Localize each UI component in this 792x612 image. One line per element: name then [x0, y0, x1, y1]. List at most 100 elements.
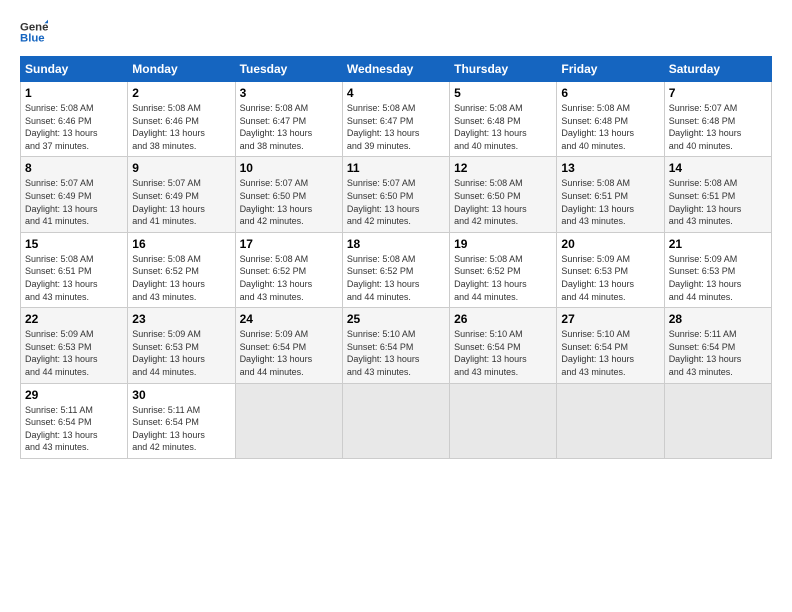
day-number: 24 — [240, 312, 338, 326]
day-info: Sunrise: 5:11 AM Sunset: 6:54 PM Dayligh… — [25, 404, 123, 454]
day-number: 28 — [669, 312, 767, 326]
calendar-cell: 9 Sunrise: 5:07 AM Sunset: 6:49 PM Daylig… — [128, 157, 235, 232]
calendar-cell: 4Sunrise: 5:08 AM Sunset: 6:47 PM Daylig… — [342, 82, 449, 157]
day-number: 5 — [454, 86, 552, 100]
day-number: 13 — [561, 161, 659, 175]
day-number: 22 — [25, 312, 123, 326]
calendar-cell: 28 Sunrise: 5:11 AM Sunset: 6:54 PM Dayli… — [664, 308, 771, 383]
calendar-cell: 6 Sunrise: 5:08 AM Sunset: 6:48 PM Daylig… — [557, 82, 664, 157]
day-info: Sunrise: 5:09 AM Sunset: 6:53 PM Dayligh… — [132, 328, 230, 378]
day-number: 16 — [132, 237, 230, 251]
day-info: Sunrise: 5:10 AM Sunset: 6:54 PM Dayligh… — [347, 328, 445, 378]
day-info: Sunrise: 5:11 AM Sunset: 6:54 PM Dayligh… — [132, 404, 230, 454]
calendar-table: SundayMondayTuesdayWednesdayThursdayFrid… — [20, 56, 772, 459]
calendar-cell: 16 Sunrise: 5:08 AM Sunset: 6:52 PM Dayli… — [128, 232, 235, 307]
day-info: Sunrise: 5:11 AM Sunset: 6:54 PM Dayligh… — [669, 328, 767, 378]
logo: General Blue — [20, 18, 48, 46]
day-info: Sunrise: 5:08 AM Sunset: 6:47 PM Dayligh… — [240, 102, 338, 152]
day-info: Sunrise: 5:08 AM Sunset: 6:50 PM Dayligh… — [454, 177, 552, 227]
weekday-header-friday: Friday — [557, 57, 664, 82]
weekday-header-tuesday: Tuesday — [235, 57, 342, 82]
calendar-cell: 21Sunrise: 5:09 AM Sunset: 6:53 PM Dayli… — [664, 232, 771, 307]
day-number: 15 — [25, 237, 123, 251]
calendar-cell: 19 Sunrise: 5:08 AM Sunset: 6:52 PM Dayli… — [450, 232, 557, 307]
day-info: Sunrise: 5:07 AM Sunset: 6:48 PM Dayligh… — [669, 102, 767, 152]
calendar-cell — [450, 383, 557, 458]
day-number: 10 — [240, 161, 338, 175]
page-header: General Blue — [20, 18, 772, 46]
day-number: 20 — [561, 237, 659, 251]
calendar-cell: 12 Sunrise: 5:08 AM Sunset: 6:50 PM Dayli… — [450, 157, 557, 232]
day-info: Sunrise: 5:08 AM Sunset: 6:52 PM Dayligh… — [240, 253, 338, 303]
day-info: Sunrise: 5:09 AM Sunset: 6:54 PM Dayligh… — [240, 328, 338, 378]
week-row-4: 22 Sunrise: 5:09 AM Sunset: 6:53 PM Dayli… — [21, 308, 772, 383]
day-number: 19 — [454, 237, 552, 251]
calendar-body: 1 Sunrise: 5:08 AM Sunset: 6:46 PM Daylig… — [21, 82, 772, 459]
day-number: 1 — [25, 86, 123, 100]
calendar-cell — [664, 383, 771, 458]
day-info: Sunrise: 5:08 AM Sunset: 6:52 PM Dayligh… — [454, 253, 552, 303]
calendar-cell: 2 Sunrise: 5:08 AM Sunset: 6:46 PM Daylig… — [128, 82, 235, 157]
day-number: 27 — [561, 312, 659, 326]
day-info: Sunrise: 5:08 AM Sunset: 6:48 PM Dayligh… — [454, 102, 552, 152]
day-number: 9 — [132, 161, 230, 175]
calendar-cell: 13 Sunrise: 5:08 AM Sunset: 6:51 PM Dayli… — [557, 157, 664, 232]
calendar-cell: 20 Sunrise: 5:09 AM Sunset: 6:53 PM Dayli… — [557, 232, 664, 307]
day-info: Sunrise: 5:08 AM Sunset: 6:48 PM Dayligh… — [561, 102, 659, 152]
calendar-cell: 18 Sunrise: 5:08 AM Sunset: 6:52 PM Dayli… — [342, 232, 449, 307]
day-info: Sunrise: 5:08 AM Sunset: 6:52 PM Dayligh… — [347, 253, 445, 303]
day-number: 11 — [347, 161, 445, 175]
day-number: 8 — [25, 161, 123, 175]
day-info: Sunrise: 5:09 AM Sunset: 6:53 PM Dayligh… — [561, 253, 659, 303]
day-info: Sunrise: 5:08 AM Sunset: 6:51 PM Dayligh… — [669, 177, 767, 227]
weekday-header-row: SundayMondayTuesdayWednesdayThursdayFrid… — [21, 57, 772, 82]
calendar-cell: 25 Sunrise: 5:10 AM Sunset: 6:54 PM Dayli… — [342, 308, 449, 383]
calendar-cell: 1 Sunrise: 5:08 AM Sunset: 6:46 PM Daylig… — [21, 82, 128, 157]
day-info: Sunrise: 5:08 AM Sunset: 6:47 PM Dayligh… — [347, 102, 445, 152]
day-number: 7 — [669, 86, 767, 100]
day-number: 12 — [454, 161, 552, 175]
weekday-header-wednesday: Wednesday — [342, 57, 449, 82]
day-info: Sunrise: 5:10 AM Sunset: 6:54 PM Dayligh… — [454, 328, 552, 378]
day-number: 18 — [347, 237, 445, 251]
day-info: Sunrise: 5:08 AM Sunset: 6:51 PM Dayligh… — [25, 253, 123, 303]
day-number: 29 — [25, 388, 123, 402]
day-number: 25 — [347, 312, 445, 326]
day-number: 17 — [240, 237, 338, 251]
day-number: 14 — [669, 161, 767, 175]
day-info: Sunrise: 5:07 AM Sunset: 6:50 PM Dayligh… — [240, 177, 338, 227]
week-row-5: 29 Sunrise: 5:11 AM Sunset: 6:54 PM Dayli… — [21, 383, 772, 458]
day-info: Sunrise: 5:08 AM Sunset: 6:52 PM Dayligh… — [132, 253, 230, 303]
day-number: 21 — [669, 237, 767, 251]
day-number: 2 — [132, 86, 230, 100]
day-info: Sunrise: 5:08 AM Sunset: 6:51 PM Dayligh… — [561, 177, 659, 227]
calendar-cell: 26 Sunrise: 5:10 AM Sunset: 6:54 PM Dayli… — [450, 308, 557, 383]
calendar-cell: 3 Sunrise: 5:08 AM Sunset: 6:47 PM Daylig… — [235, 82, 342, 157]
calendar-cell: 17 Sunrise: 5:08 AM Sunset: 6:52 PM Dayli… — [235, 232, 342, 307]
calendar-cell — [557, 383, 664, 458]
logo-icon: General Blue — [20, 18, 48, 46]
day-info: Sunrise: 5:10 AM Sunset: 6:54 PM Dayligh… — [561, 328, 659, 378]
calendar-cell: 8 Sunrise: 5:07 AM Sunset: 6:49 PM Daylig… — [21, 157, 128, 232]
calendar-cell: 10 Sunrise: 5:07 AM Sunset: 6:50 PM Dayli… — [235, 157, 342, 232]
calendar-cell: 15 Sunrise: 5:08 AM Sunset: 6:51 PM Dayli… — [21, 232, 128, 307]
day-info: Sunrise: 5:08 AM Sunset: 6:46 PM Dayligh… — [25, 102, 123, 152]
weekday-header-saturday: Saturday — [664, 57, 771, 82]
day-info: Sunrise: 5:07 AM Sunset: 6:49 PM Dayligh… — [25, 177, 123, 227]
calendar-cell: 27 Sunrise: 5:10 AM Sunset: 6:54 PM Dayli… — [557, 308, 664, 383]
svg-text:Blue: Blue — [20, 33, 45, 45]
day-number: 26 — [454, 312, 552, 326]
day-number: 6 — [561, 86, 659, 100]
weekday-header-thursday: Thursday — [450, 57, 557, 82]
svg-text:General: General — [20, 21, 48, 33]
week-row-1: 1 Sunrise: 5:08 AM Sunset: 6:46 PM Daylig… — [21, 82, 772, 157]
day-number: 23 — [132, 312, 230, 326]
day-number: 3 — [240, 86, 338, 100]
calendar-cell: 14 Sunrise: 5:08 AM Sunset: 6:51 PM Dayli… — [664, 157, 771, 232]
calendar-cell: 30Sunrise: 5:11 AM Sunset: 6:54 PM Dayli… — [128, 383, 235, 458]
day-info: Sunrise: 5:08 AM Sunset: 6:46 PM Dayligh… — [132, 102, 230, 152]
calendar-cell: 24 Sunrise: 5:09 AM Sunset: 6:54 PM Dayli… — [235, 308, 342, 383]
day-info: Sunrise: 5:07 AM Sunset: 6:49 PM Dayligh… — [132, 177, 230, 227]
week-row-3: 15 Sunrise: 5:08 AM Sunset: 6:51 PM Dayli… — [21, 232, 772, 307]
weekday-header-monday: Monday — [128, 57, 235, 82]
